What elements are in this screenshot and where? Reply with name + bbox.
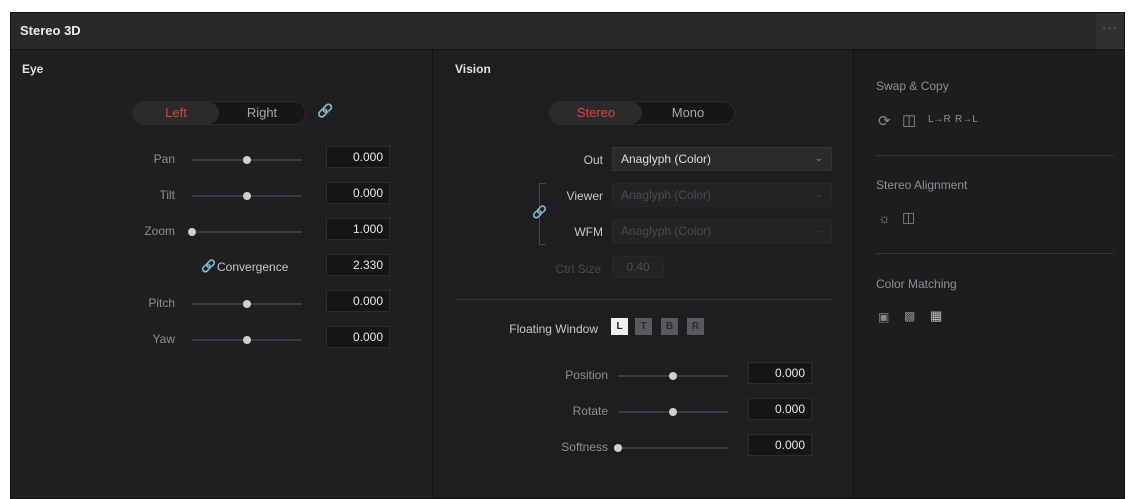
viewer-dropdown-value: Anaglyph (Color)	[621, 188, 712, 202]
softness-label: Softness	[561, 440, 608, 454]
stereo-alignment-title: Stereo Alignment	[876, 178, 968, 192]
vision-section: Vision Stereo Mono Out Anaglyph (Color) …	[432, 50, 853, 498]
convergence-link-icon[interactable]: 🔗	[201, 259, 216, 273]
rotate-value-field[interactable]: 0.000	[748, 398, 812, 420]
zoom-slider-knob[interactable]	[188, 228, 196, 236]
tilt-slider-knob[interactable]	[243, 192, 251, 200]
pan-slider[interactable]	[192, 156, 302, 164]
pitch-value-field[interactable]: 0.000	[326, 290, 390, 312]
tilt-slider[interactable]	[192, 192, 302, 200]
rotate-slider[interactable]	[618, 408, 728, 416]
stereo-button[interactable]: Stereo	[550, 102, 642, 124]
floating-window-label: Floating Window	[509, 322, 598, 336]
chevron-down-icon: ⌄	[814, 225, 823, 236]
pan-slider-knob[interactable]	[243, 156, 251, 164]
match-image-icon[interactable]: ▩	[904, 309, 915, 323]
stereo-mono-toggle: Stereo Mono	[549, 101, 735, 125]
out-dropdown-value: Anaglyph (Color)	[621, 152, 712, 166]
pitch-slider[interactable]	[192, 300, 302, 308]
floating-window-bottom-button[interactable]: B	[661, 318, 678, 335]
position-value-field[interactable]: 0.000	[748, 362, 812, 384]
auto-align-icon[interactable]: ☼	[878, 210, 891, 226]
left-eye-button[interactable]: Left	[133, 102, 219, 124]
side-divider-2	[876, 253, 1114, 254]
floating-window-right-button[interactable]: R	[687, 318, 704, 335]
chevron-down-icon: ⌄	[814, 153, 823, 164]
ctrl-size-label: Ctrl Size	[555, 262, 601, 276]
out-label: Out	[583, 153, 603, 167]
ctrl-size-field[interactable]: 0.40	[612, 256, 664, 278]
side-tools-section: Swap & Copy ⟳ ◫ L→R R→L Stereo Alignment…	[853, 50, 1124, 498]
swap-copy-title: Swap & Copy	[876, 79, 949, 93]
position-label: Position	[565, 368, 608, 382]
eye-section-title: Eye	[22, 62, 44, 76]
match-grid-icon[interactable]: ▦	[930, 308, 942, 324]
convergence-label: Convergence	[217, 260, 289, 274]
position-slider-knob[interactable]	[669, 372, 677, 380]
position-slider[interactable]	[618, 372, 728, 380]
match-region-icon[interactable]: ▣	[878, 310, 889, 324]
more-options-button[interactable]: ···	[1096, 13, 1124, 49]
copy-right-to-left-button[interactable]: R→L	[955, 114, 978, 125]
vision-divider	[455, 299, 831, 300]
convergence-value-field[interactable]: 2.330	[326, 254, 390, 276]
pan-value-field[interactable]: 0.000	[326, 146, 390, 168]
wfm-label: WFM	[574, 225, 603, 239]
eye-left-right-toggle: Left Right	[132, 101, 306, 125]
right-eye-button[interactable]: Right	[219, 102, 305, 124]
rotate-label: Rotate	[572, 404, 608, 418]
yaw-value-field[interactable]: 0.000	[326, 326, 390, 348]
floating-window-top-button[interactable]: T	[635, 318, 652, 335]
pitch-slider-knob[interactable]	[243, 300, 251, 308]
yaw-slider-knob[interactable]	[243, 336, 251, 344]
panel-titlebar: Stereo 3D ···	[11, 13, 1124, 50]
vertical-align-icon[interactable]: ◫	[902, 209, 915, 226]
pan-label: Pan	[153, 152, 175, 166]
out-dropdown[interactable]: Anaglyph (Color) ⌄	[612, 147, 832, 171]
rotate-slider-knob[interactable]	[669, 408, 677, 416]
color-matching-title: Color Matching	[876, 277, 957, 291]
yaw-slider[interactable]	[192, 336, 302, 344]
viewer-label: Viewer	[566, 189, 603, 203]
stereo-3d-panel: Stereo 3D ··· Eye Left Right 🔗 Pan 0.000…	[10, 12, 1125, 499]
zoom-label: Zoom	[144, 224, 175, 238]
copy-left-to-right-button[interactable]: L→R	[928, 114, 951, 125]
floating-window-left-button[interactable]: L	[611, 318, 628, 335]
viewer-dropdown[interactable]: Anaglyph (Color) ⌄	[612, 183, 832, 207]
floating-window-buttons: L T B R	[607, 318, 727, 335]
zoom-slider[interactable]	[188, 228, 302, 236]
zoom-value-field[interactable]: 1.000	[326, 218, 390, 240]
viewer-wfm-link-icon[interactable]: 🔗	[532, 205, 547, 219]
yaw-label: Yaw	[152, 332, 175, 346]
link-eyes-icon[interactable]: 🔗	[317, 103, 333, 119]
vision-section-title: Vision	[455, 62, 491, 76]
mono-button[interactable]: Mono	[642, 102, 734, 124]
swap-eyes-icon[interactable]: ⟳	[878, 112, 891, 130]
pitch-label: Pitch	[148, 296, 175, 310]
panel-title: Stereo 3D	[20, 23, 81, 38]
softness-slider-knob[interactable]	[614, 444, 622, 452]
tilt-label: Tilt	[159, 188, 175, 202]
wfm-dropdown-value: Anaglyph (Color)	[621, 224, 712, 238]
softness-value-field[interactable]: 0.000	[748, 434, 812, 456]
swap-layers-icon[interactable]: ◫	[902, 111, 916, 129]
chevron-down-icon: ⌄	[814, 189, 823, 200]
tilt-value-field[interactable]: 0.000	[326, 182, 390, 204]
softness-slider[interactable]	[614, 444, 728, 452]
eye-section: Eye Left Right 🔗 Pan 0.000 Tilt 0.000 Zo…	[11, 50, 432, 498]
wfm-dropdown[interactable]: Anaglyph (Color) ⌄	[612, 219, 832, 243]
side-divider-1	[876, 155, 1114, 156]
